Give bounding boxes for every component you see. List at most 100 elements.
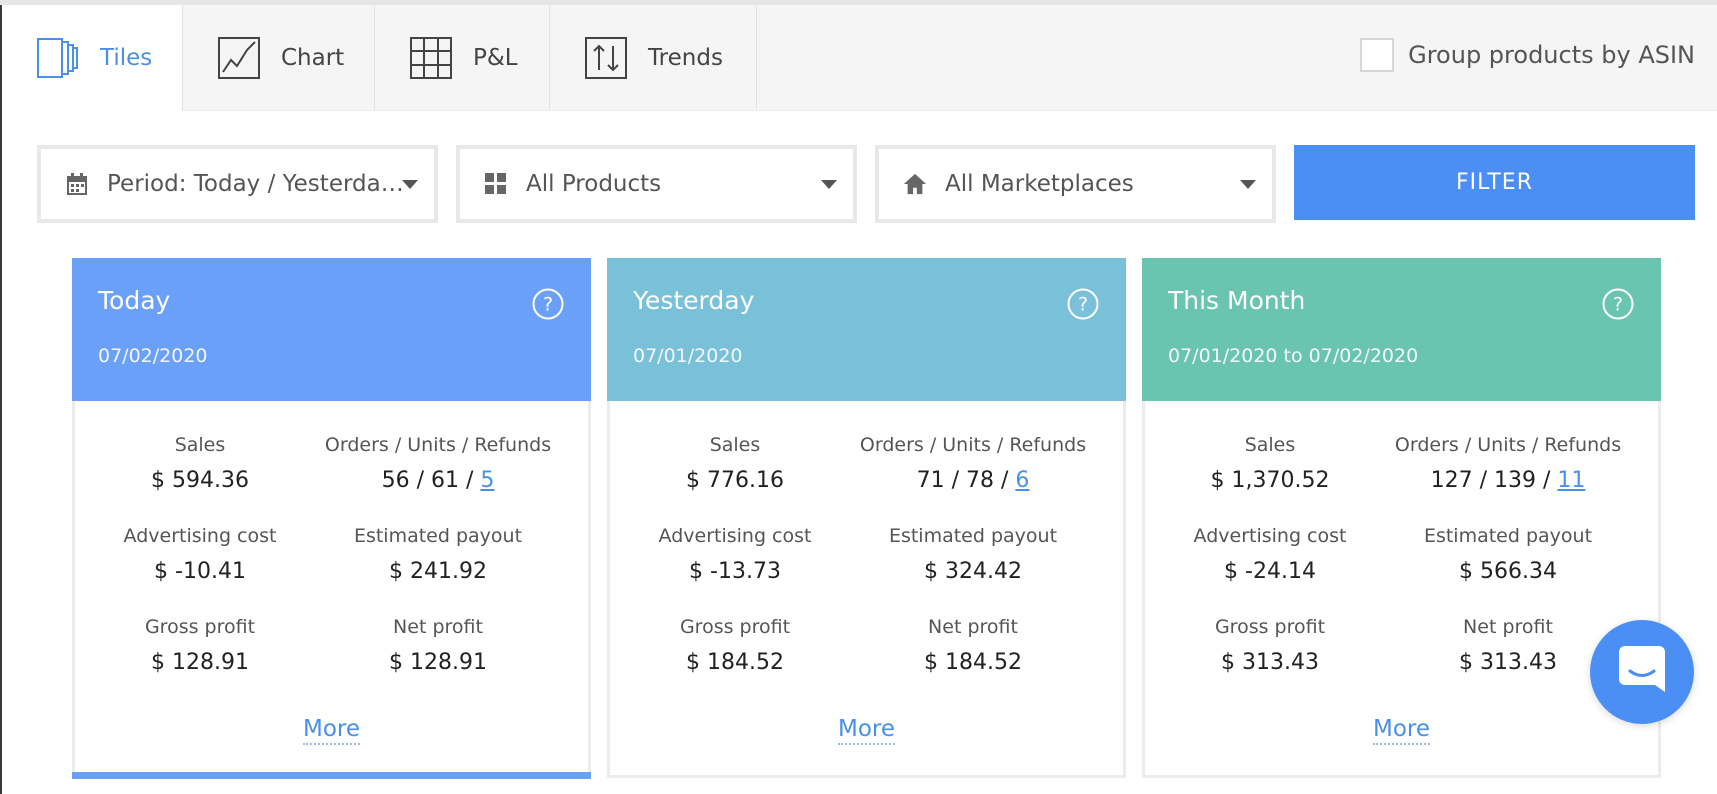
metric-advertising-cost: Advertising cost $ -24.14 [1152,525,1388,584]
chevron-down-icon [821,180,837,189]
chat-bubble-icon [1617,644,1667,700]
metric-value: $ -10.41 [154,559,246,584]
products-select[interactable]: All Products [456,145,857,223]
svg-text:?: ? [543,294,553,316]
metric-value: 56 / 61 / 5 [320,468,556,493]
metric-gross-profit: Gross profit $ 184.52 [617,616,853,675]
metric-label: Orders / Units / Refunds [324,434,552,456]
more-link[interactable]: More [837,716,896,745]
period-select[interactable]: Period: Today / Yesterday ... [37,145,438,223]
tile-title: Yesterday [633,286,755,315]
tile-body: Sales $ 776.16 Orders / Units / Refunds … [607,401,1126,778]
metric-value: 71 / 78 / 6 [855,468,1091,493]
metric-orders-units-refunds: Orders / Units / Refunds 71 / 78 / 6 [855,434,1091,493]
tile-header: Today 07/02/2020 ? [72,258,591,401]
more-link[interactable]: More [302,716,361,745]
tile-header: This Month 07/01/2020 to 07/02/2020 ? [1142,258,1661,401]
metric-label: Advertising cost [1193,525,1347,547]
metric-label: Net profit [1463,616,1553,638]
metric-gross-profit: Gross profit $ 313.43 [1152,616,1388,675]
metric-estimated-payout: Estimated payout $ 566.34 [1390,525,1626,584]
tile-title: This Month [1168,286,1306,315]
metric-label: Gross profit [679,616,791,638]
home-icon [903,172,927,196]
more-link-wrap: More [1145,716,1658,745]
metric-label: Sales [1244,434,1296,456]
tab-chart[interactable]: Chart [183,5,375,110]
metric-value: $ 241.92 [389,559,487,584]
orders-units-value: 56 / 61 / [381,468,474,493]
metric-net-profit: Net profit $ 184.52 [855,616,1091,675]
metric-sales: Sales $ 1,370.52 [1152,434,1388,493]
metric-value: 127 / 139 / 11 [1390,468,1626,493]
metric-sales: Sales $ 776.16 [617,434,853,493]
metric-label: Net profit [928,616,1018,638]
help-icon[interactable]: ? [1602,288,1634,320]
tab-tiles-label: Tiles [100,45,153,71]
metric-label: Orders / Units / Refunds [1394,434,1622,456]
group-by-asin-toggle[interactable]: Group products by ASIN [1360,38,1695,72]
metric-label: Estimated payout [1423,525,1593,547]
tile-title: Today [98,286,171,315]
metric-sales: Sales $ 594.36 [82,434,318,493]
tab-pnl[interactable]: P&L [375,5,550,110]
chevron-down-icon [402,180,418,189]
orders-units-value: 127 / 139 / [1430,468,1551,493]
metric-label: Advertising cost [658,525,812,547]
filter-button[interactable]: FILTER [1294,145,1695,220]
metric-value: $ 776.16 [686,468,784,493]
metric-value: $ 128.91 [389,650,487,675]
metric-value: $ 128.91 [151,650,249,675]
active-tile-indicator [72,772,591,779]
metric-estimated-payout: Estimated payout $ 324.42 [855,525,1091,584]
metric-net-profit: Net profit $ 128.91 [320,616,556,675]
group-by-asin-checkbox[interactable] [1360,38,1395,72]
tab-tiles[interactable]: Tiles [2,5,183,111]
tab-trends[interactable]: Trends [550,5,757,110]
refunds-link[interactable]: 11 [1557,468,1585,493]
tile-date: 07/01/2020 to 07/02/2020 [1168,345,1419,367]
metric-value: $ 1,370.52 [1210,468,1330,493]
metric-label: Estimated payout [353,525,523,547]
products-grid-icon [484,172,508,196]
refunds-link[interactable]: 5 [480,468,494,493]
group-by-asin-label: Group products by ASIN [1408,41,1695,69]
tile-body: Sales $ 1,370.52 Orders / Units / Refund… [1142,401,1661,778]
period-select-value: Period: Today / Yesterday ... [107,171,407,197]
metric-orders-units-refunds: Orders / Units / Refunds 56 / 61 / 5 [320,434,556,493]
metric-label: Net profit [393,616,483,638]
help-icon[interactable]: ? [1067,288,1099,320]
more-link-wrap: More [610,716,1123,745]
tile-header: Yesterday 07/01/2020 ? [607,258,1126,401]
tile-this-month: This Month 07/01/2020 to 07/02/2020 ? Sa… [1142,258,1661,778]
metric-advertising-cost: Advertising cost $ -10.41 [82,525,318,584]
metric-value: $ -24.14 [1224,559,1316,584]
metric-label: Sales [174,434,226,456]
up-down-arrows-icon [584,36,628,80]
tab-trends-label: Trends [648,44,723,71]
refunds-link[interactable]: 6 [1015,468,1029,493]
calendar-icon [65,172,89,196]
line-chart-icon [217,36,261,80]
tile-today: Today 07/02/2020 ? Sales $ 594.36 Orders… [72,258,591,779]
metric-gross-profit: Gross profit $ 128.91 [82,616,318,675]
metric-label: Sales [709,434,761,456]
orders-units-value: 71 / 78 / [916,468,1009,493]
metric-label: Advertising cost [123,525,277,547]
svg-text:?: ? [1078,294,1088,316]
tab-chart-label: Chart [281,44,345,71]
help-icon[interactable]: ? [532,288,564,320]
metric-orders-units-refunds: Orders / Units / Refunds 127 / 139 / 11 [1390,434,1626,493]
tab-pnl-label: P&L [473,44,518,71]
metric-label: Gross profit [1214,616,1326,638]
chat-launcher-button[interactable] [1590,620,1694,724]
metric-advertising-cost: Advertising cost $ -13.73 [617,525,853,584]
marketplaces-select[interactable]: All Marketplaces [875,145,1276,223]
more-link[interactable]: More [1372,716,1431,745]
metric-label: Orders / Units / Refunds [859,434,1087,456]
tile-date: 07/02/2020 [98,345,208,367]
tile-body: Sales $ 594.36 Orders / Units / Refunds … [72,401,591,778]
metric-estimated-payout: Estimated payout $ 241.92 [320,525,556,584]
metric-value: $ 184.52 [686,650,784,675]
metric-value: $ -13.73 [689,559,781,584]
